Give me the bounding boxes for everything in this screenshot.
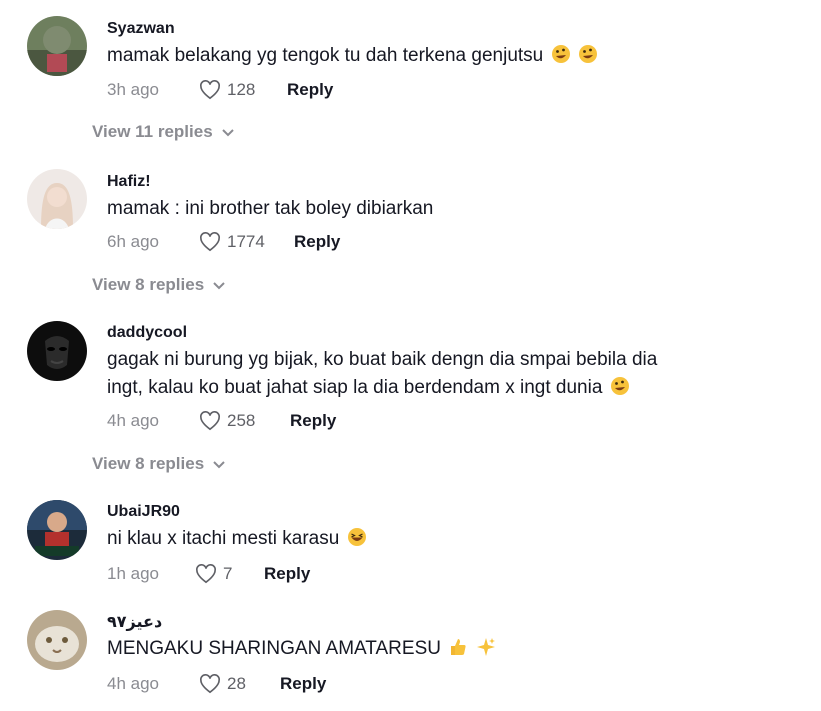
laughing-emoji bbox=[347, 528, 366, 546]
rolling-on-floor-laughing-emoji bbox=[578, 45, 597, 63]
view-replies-button[interactable]: View 8 replies bbox=[92, 454, 226, 474]
comment-text-content: mamak : ini brother tak boley dibiarkan bbox=[107, 198, 434, 219]
timestamp: 3h ago bbox=[107, 80, 159, 99]
comment-text: mamak belakang yg tengok tu dah terkena … bbox=[107, 42, 598, 70]
username[interactable]: daddycool bbox=[107, 324, 187, 342]
thumbs-up-emoji bbox=[451, 639, 466, 655]
avatar[interactable] bbox=[27, 321, 87, 381]
like-count: 7 bbox=[223, 564, 233, 583]
like-button[interactable]: 7 bbox=[195, 564, 232, 584]
heart-icon bbox=[200, 674, 220, 694]
like-count: 28 bbox=[227, 674, 246, 693]
timestamp: 4h ago bbox=[107, 411, 159, 430]
heart-icon bbox=[196, 564, 216, 584]
like-button[interactable]: 28 bbox=[199, 674, 246, 694]
like-count: 258 bbox=[227, 411, 256, 430]
comment-text-content: ni klau x itachi mesti karasu bbox=[107, 528, 340, 549]
heart-icon bbox=[200, 411, 220, 431]
comment-text-content: MENGAKU SHARINGAN AMATARESU bbox=[107, 638, 441, 659]
timestamp: 6h ago bbox=[107, 232, 159, 251]
like-count: 1774 bbox=[227, 232, 265, 251]
username[interactable]: UbaiJR90 bbox=[107, 503, 180, 521]
timestamp: 1h ago bbox=[107, 564, 159, 583]
comment-text-content: mamak belakang yg tengok tu dah terkena … bbox=[107, 45, 544, 66]
chevron-down-icon bbox=[213, 461, 225, 469]
like-button[interactable]: 128 bbox=[199, 80, 255, 100]
comment-text-content: ingt, kalau ko buat jahat siap la dia be… bbox=[107, 377, 603, 398]
chevron-down-icon bbox=[213, 282, 225, 290]
like-button[interactable]: 1774 bbox=[199, 232, 265, 252]
comment-text: mamak : ini brother tak boley dibiarkan bbox=[107, 195, 433, 223]
view-replies-label: View 11 replies bbox=[92, 122, 213, 141]
avatar[interactable] bbox=[27, 169, 87, 229]
comment-text-line: ingt, kalau ko buat jahat siap la dia be… bbox=[107, 374, 657, 402]
view-replies-label: View 8 replies bbox=[92, 275, 205, 294]
reply-button[interactable]: Reply bbox=[264, 564, 310, 584]
username[interactable]: Hafiz! bbox=[107, 173, 151, 191]
reply-button[interactable]: Reply bbox=[294, 232, 340, 252]
comment-text-line: gagak ni burung yg bijak, ko buat baik d… bbox=[107, 349, 658, 370]
heart-icon bbox=[200, 80, 220, 100]
view-replies-button[interactable]: View 8 replies bbox=[92, 275, 226, 295]
username[interactable]: Syazwan bbox=[107, 20, 175, 38]
comment-text: MENGAKU SHARINGAN AMATARESU bbox=[107, 635, 496, 663]
rolling-on-floor-laughing-emoji bbox=[551, 45, 570, 63]
sparkles-emoji bbox=[476, 638, 495, 656]
view-replies-label: View 8 replies bbox=[92, 454, 205, 473]
like-button[interactable]: 258 bbox=[199, 411, 255, 431]
comment-text: ni klau x itachi mesti karasu bbox=[107, 525, 367, 553]
avatar[interactable] bbox=[27, 610, 87, 670]
comment-text: gagak ni burung yg bijak, ko buat baik d… bbox=[107, 346, 657, 402]
view-replies-button[interactable]: View 11 replies bbox=[92, 122, 235, 142]
avatar[interactable] bbox=[27, 16, 87, 76]
avatar[interactable] bbox=[27, 500, 87, 560]
timestamp: 4h ago bbox=[107, 674, 159, 693]
like-count: 128 bbox=[227, 80, 256, 99]
username[interactable]: دعيز٩٧ bbox=[107, 612, 162, 632]
rolling-on-floor-laughing-emoji bbox=[610, 377, 629, 395]
reply-button[interactable]: Reply bbox=[287, 80, 333, 100]
chevron-down-icon bbox=[221, 129, 234, 137]
heart-icon bbox=[200, 232, 220, 252]
reply-button[interactable]: Reply bbox=[280, 674, 326, 694]
reply-button[interactable]: Reply bbox=[290, 411, 336, 431]
